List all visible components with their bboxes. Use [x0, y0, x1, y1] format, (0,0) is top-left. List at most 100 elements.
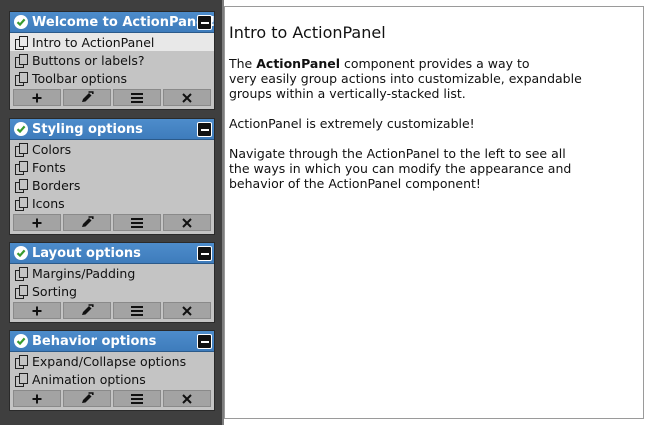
intro-paragraph: The ActionPanel component provides a way… [229, 56, 643, 101]
item-label: Colors [32, 141, 72, 157]
copy-icon [15, 372, 28, 387]
plus-button[interactable] [13, 214, 61, 231]
group-toolbar [10, 300, 214, 322]
close-button[interactable] [163, 302, 211, 319]
group-layout: Layout options Margins/Padding Sorting [9, 242, 215, 323]
plus-icon [31, 393, 43, 405]
item-label: Expand/Collapse options [32, 353, 187, 369]
plus-button[interactable] [13, 302, 61, 319]
item-label: Sorting [32, 283, 77, 299]
plus-button[interactable] [13, 89, 61, 106]
edit-button[interactable] [63, 390, 111, 407]
group-toolbar [10, 87, 214, 109]
item-label: Toolbar options [32, 70, 128, 86]
collapse-icon[interactable] [197, 334, 212, 349]
list-item[interactable]: Intro to ActionPanel [10, 33, 214, 51]
list-item[interactable]: Animation options [10, 370, 214, 388]
edit-button[interactable] [63, 302, 111, 319]
list-item[interactable]: Fonts [10, 158, 214, 176]
app-window: Welcome to ActionPanel! Intro to ActionP… [0, 0, 650, 425]
intro-line-2: very easily group actions into customiza… [229, 71, 582, 86]
check-icon [14, 334, 28, 348]
menu-button[interactable] [113, 89, 161, 106]
group-title: Layout options [32, 245, 141, 261]
navigate-line-3: behavior of the ActionPanel component! [229, 176, 481, 191]
group-header[interactable]: Layout options [10, 243, 214, 264]
collapse-icon[interactable] [197, 246, 212, 261]
copy-icon [15, 160, 28, 175]
menu-icon [130, 217, 144, 229]
item-label: Animation options [32, 371, 146, 387]
intro-line-1-rest: component provides a way to [340, 56, 530, 71]
copy-icon [15, 196, 28, 211]
intro-prefix: The [229, 56, 257, 71]
page-title: Intro to ActionPanel [229, 23, 386, 42]
item-label: Borders [32, 177, 81, 193]
group-toolbar [10, 388, 214, 410]
navigate-line-1: Navigate through the ActionPanel to the … [229, 146, 566, 161]
edit-button[interactable] [63, 89, 111, 106]
actionpanel-bold: ActionPanel [256, 56, 340, 71]
edit-icon [80, 91, 94, 104]
group-header[interactable]: Styling options [10, 119, 214, 140]
check-icon [14, 122, 28, 136]
close-button[interactable] [163, 214, 211, 231]
list-item[interactable]: Margins/Padding [10, 264, 214, 282]
list-item[interactable]: Icons [10, 194, 214, 212]
navigate-line-2: the ways in which you can modify the app… [229, 161, 572, 176]
copy-icon [15, 266, 28, 281]
edit-icon [80, 216, 94, 229]
plus-icon [31, 92, 43, 104]
item-label: Buttons or labels? [32, 52, 145, 68]
group-title: Behavior options [32, 333, 157, 349]
customizable-paragraph: ActionPanel is extremely customizable! [229, 116, 475, 131]
list-item[interactable]: Buttons or labels? [10, 51, 214, 69]
check-icon [14, 15, 28, 29]
copy-icon [15, 142, 28, 157]
collapse-icon[interactable] [197, 15, 212, 30]
copy-icon [15, 284, 28, 299]
check-icon [14, 246, 28, 260]
list-item[interactable]: Borders [10, 176, 214, 194]
action-panel-sidebar: Welcome to ActionPanel! Intro to ActionP… [0, 0, 222, 425]
copy-icon [15, 354, 28, 369]
group-welcome: Welcome to ActionPanel! Intro to ActionP… [9, 11, 215, 110]
plus-button[interactable] [13, 390, 61, 407]
menu-icon [130, 393, 144, 405]
intro-line-3: groups within a vertically-stacked list. [229, 86, 466, 101]
list-item[interactable]: Colors [10, 140, 214, 158]
group-styling: Styling options Colors Fonts Borders Ico… [9, 118, 215, 235]
copy-icon [15, 178, 28, 193]
edit-icon [80, 304, 94, 317]
copy-icon [15, 71, 28, 86]
navigate-paragraph: Navigate through the ActionPanel to the … [229, 146, 643, 191]
group-title: Styling options [32, 121, 143, 137]
list-item[interactable]: Sorting [10, 282, 214, 300]
close-icon [181, 393, 193, 405]
copy-icon [15, 35, 28, 50]
item-label: Icons [32, 195, 65, 211]
plus-icon [31, 305, 43, 317]
copy-icon [15, 53, 28, 68]
close-icon [181, 217, 193, 229]
menu-icon [130, 305, 144, 317]
collapse-icon[interactable] [197, 122, 212, 137]
item-label: Fonts [32, 159, 66, 175]
close-icon [181, 92, 193, 104]
list-item[interactable]: Toolbar options [10, 69, 214, 87]
plus-icon [31, 217, 43, 229]
content-panel: Intro to ActionPanel The ActionPanel com… [224, 6, 644, 419]
edit-button[interactable] [63, 214, 111, 231]
menu-button[interactable] [113, 214, 161, 231]
group-header[interactable]: Welcome to ActionPanel! [10, 12, 214, 33]
list-item[interactable]: Expand/Collapse options [10, 352, 214, 370]
menu-button[interactable] [113, 390, 161, 407]
group-header[interactable]: Behavior options [10, 331, 214, 352]
close-button[interactable] [163, 390, 211, 407]
close-button[interactable] [163, 89, 211, 106]
group-behavior: Behavior options Expand/Collapse options… [9, 330, 215, 411]
menu-icon [130, 92, 144, 104]
group-title: Welcome to ActionPanel! [32, 14, 214, 30]
menu-button[interactable] [113, 302, 161, 319]
intro-line-1: The ActionPanel component provides a way… [229, 56, 643, 71]
